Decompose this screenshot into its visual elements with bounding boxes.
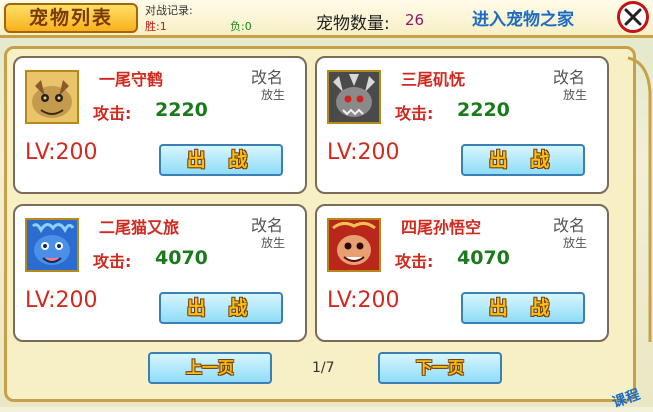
fight-button[interactable]: 出 战 bbox=[461, 292, 585, 324]
pet-level: LV:200 bbox=[327, 140, 400, 165]
avatar[interactable] bbox=[25, 218, 79, 272]
page-indicator: 1/7 bbox=[312, 360, 335, 376]
fight-button[interactable]: 出 战 bbox=[159, 144, 283, 176]
avatar[interactable] bbox=[327, 218, 381, 272]
fight-button[interactable]: 出 战 bbox=[461, 144, 585, 176]
avatar[interactable] bbox=[327, 70, 381, 124]
pet-name: 三尾矶怃 bbox=[401, 70, 466, 89]
attack-value: 2220 bbox=[457, 99, 510, 121]
pet-count-value: 26 bbox=[405, 11, 425, 29]
pet-level: LV:200 bbox=[25, 288, 98, 313]
pet-level: LV:200 bbox=[25, 140, 98, 165]
scroll-decoration-icon bbox=[627, 56, 652, 342]
avatar[interactable] bbox=[25, 70, 79, 124]
next-page-button[interactable]: 下一页 bbox=[378, 352, 502, 384]
red-ape-icon bbox=[329, 220, 379, 270]
header-bar: 宠物列表 对战记录: 胜:1 负:0 宠物数量: 26 进入宠物之家 bbox=[0, 0, 653, 38]
attack-value: 2220 bbox=[155, 99, 208, 121]
pet-card: 一尾守鹤 改名 放生 攻击: 2220 LV:200 出 战 bbox=[13, 56, 307, 194]
attack-label: 攻击: bbox=[93, 104, 132, 123]
rename-button[interactable]: 改名 bbox=[251, 64, 283, 88]
close-icon bbox=[624, 8, 642, 26]
pet-card: 二尾猫又旅 改名 放生 攻击: 4070 LV:200 出 战 bbox=[13, 204, 307, 342]
sand-tanuki-icon bbox=[27, 72, 77, 122]
pet-name: 二尾猫又旅 bbox=[99, 218, 180, 237]
win-count: 胜:1 bbox=[145, 20, 167, 33]
attack-value: 4070 bbox=[155, 247, 208, 269]
rename-button[interactable]: 改名 bbox=[553, 64, 585, 88]
rename-button[interactable]: 改名 bbox=[553, 212, 585, 236]
rename-button[interactable]: 改名 bbox=[251, 212, 283, 236]
pet-card: 三尾矶怃 改名 放生 攻击: 2220 LV:200 出 战 bbox=[315, 56, 609, 194]
release-button[interactable]: 放生 bbox=[563, 86, 587, 103]
release-button[interactable]: 放生 bbox=[261, 234, 285, 251]
attack-value: 4070 bbox=[457, 247, 510, 269]
pet-count-label: 宠物数量: bbox=[316, 14, 390, 34]
turtle-beast-icon bbox=[329, 72, 379, 122]
pet-card: 四尾孙悟空 改名 放生 攻击: 4070 LV:200 出 战 bbox=[315, 204, 609, 342]
battle-record-label: 对战记录: bbox=[145, 4, 193, 17]
attack-label: 攻击: bbox=[93, 252, 132, 271]
attack-label: 攻击: bbox=[395, 252, 434, 271]
release-button[interactable]: 放生 bbox=[261, 86, 285, 103]
pet-level: LV:200 bbox=[327, 288, 400, 313]
enter-pet-home-link[interactable]: 进入宠物之家 bbox=[472, 5, 574, 30]
loss-count: 负:0 bbox=[230, 20, 252, 33]
prev-page-button[interactable]: 上一页 bbox=[148, 352, 272, 384]
page-title: 宠物列表 bbox=[4, 3, 138, 33]
attack-label: 攻击: bbox=[395, 104, 434, 123]
pet-name: 四尾孙悟空 bbox=[401, 218, 482, 237]
close-button[interactable] bbox=[617, 1, 649, 33]
pet-name: 一尾守鹤 bbox=[99, 70, 164, 89]
blue-cat-icon bbox=[27, 220, 77, 270]
release-button[interactable]: 放生 bbox=[563, 234, 587, 251]
fight-button[interactable]: 出 战 bbox=[159, 292, 283, 324]
